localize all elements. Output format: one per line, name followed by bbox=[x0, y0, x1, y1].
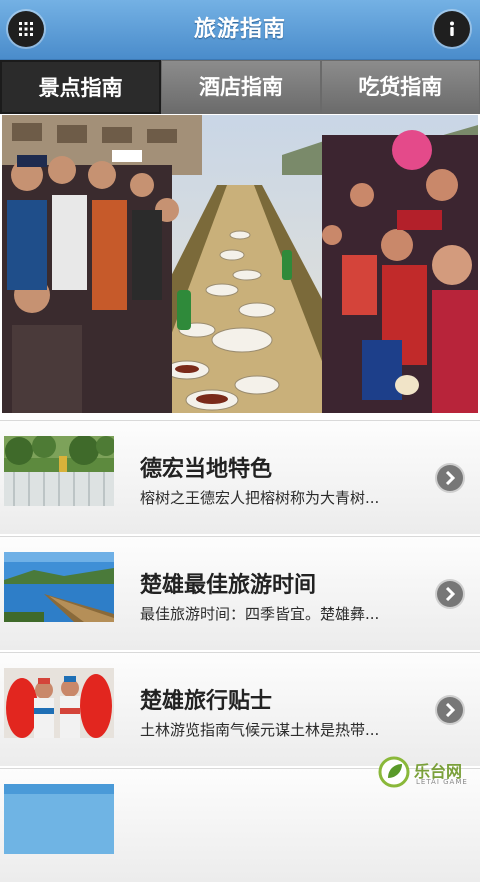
chevron-right-icon[interactable] bbox=[437, 465, 463, 491]
watermark-leaf-icon bbox=[378, 756, 410, 788]
thumbnail-partial bbox=[4, 784, 114, 854]
tab-attractions[interactable]: 景点指南 bbox=[0, 60, 162, 114]
thumbnail-lake bbox=[4, 552, 114, 622]
header-bar: 旅游指南 bbox=[0, 0, 480, 60]
list-item[interactable]: 楚雄旅行贴士 土林游览指南气候元谋土林是热带... bbox=[0, 652, 480, 766]
thumbnail-waterfall bbox=[4, 436, 114, 506]
tab-hotels[interactable]: 酒店指南 bbox=[161, 60, 321, 114]
watermark-logo: 乐台网 LETAI GAME bbox=[378, 756, 468, 790]
list-item-description: 榕树之王德宏人把榕树称为大青树... bbox=[140, 489, 380, 507]
list-item[interactable]: 德宏当地特色 榕树之王德宏人把榕树称为大青树... bbox=[0, 420, 480, 534]
list-item-title: 楚雄旅行贴士 bbox=[140, 689, 273, 714]
info-icon bbox=[450, 21, 454, 36]
list-item-description: 最佳旅游时间：四季皆宜。楚雄彝... bbox=[140, 605, 380, 623]
tab-bar: 景点指南 酒店指南 吃货指南 bbox=[0, 60, 480, 114]
page-title: 旅游指南 bbox=[193, 17, 286, 42]
tab-food[interactable]: 吃货指南 bbox=[320, 60, 480, 114]
list-item-description: 土林游览指南气候元谋土林是热带... bbox=[140, 721, 380, 739]
hero-banner-image[interactable] bbox=[2, 115, 478, 413]
list-item[interactable]: 楚雄最佳旅游时间 最佳旅游时间：四季皆宜。楚雄彝... bbox=[0, 536, 480, 650]
list-item-title: 楚雄最佳旅游时间 bbox=[140, 573, 317, 598]
chevron-right-icon[interactable] bbox=[437, 697, 463, 723]
thumbnail-dancers bbox=[4, 668, 114, 738]
watermark-subtext: LETAI GAME bbox=[416, 778, 468, 786]
chevron-right-icon[interactable] bbox=[437, 581, 463, 607]
list-item-title: 德宏当地特色 bbox=[140, 457, 273, 482]
info-button[interactable] bbox=[434, 11, 470, 47]
